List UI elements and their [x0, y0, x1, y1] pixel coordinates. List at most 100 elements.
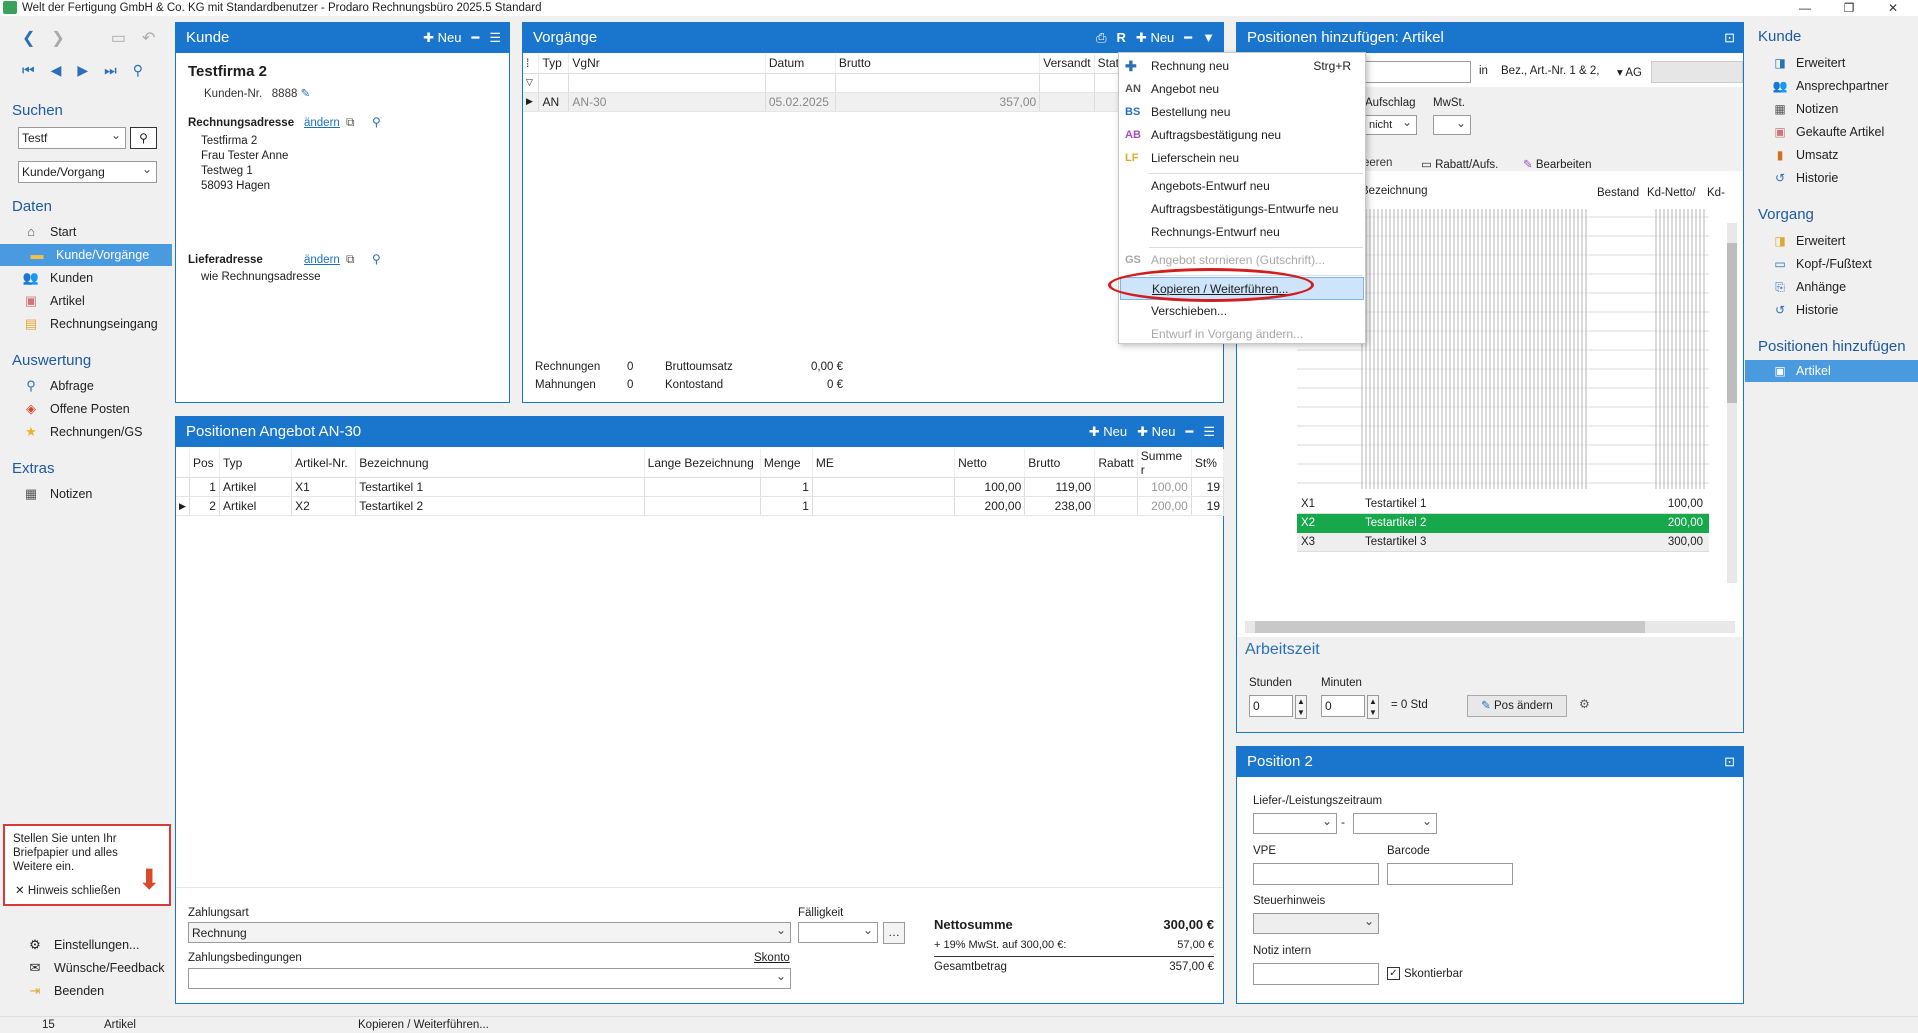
aendern-liefer-link[interactable]: ändern [304, 254, 340, 266]
copy-icon[interactable]: ⧉ [346, 252, 355, 267]
skontierbar-checkbox[interactable]: ✓ Skontierbar [1387, 967, 1463, 980]
forward-icon[interactable]: ❯ [51, 28, 64, 48]
liefer-from-select[interactable] [1253, 811, 1337, 834]
rp-vorgang-erweitert[interactable]: ◨ Erweitert [1772, 230, 1912, 252]
map-pin-icon[interactable]: ⚲ [372, 252, 381, 266]
collapse-panel-icon[interactable]: ⊡ [1724, 23, 1735, 53]
ag-dropdown[interactable]: ▾ AG [1617, 65, 1642, 79]
filter-icon[interactable]: ▽ [523, 73, 540, 93]
table-row[interactable]: X3 Testartikel 3 300,00 [1297, 533, 1709, 552]
last-record-icon[interactable]: ⏭ [104, 62, 117, 79]
rp-notizen[interactable]: ▦ Notizen [1772, 98, 1912, 120]
notiz-input[interactable] [1253, 963, 1379, 985]
menu-item-angebot-neu[interactable]: AN Angebot neu [1119, 78, 1365, 101]
back-icon[interactable]: ❮ [22, 28, 35, 48]
menu-item-lieferschein-neu[interactable]: LF Lieferschein neu [1119, 147, 1365, 170]
menu-icon[interactable]: ☰ [1203, 417, 1215, 447]
sidebar-item-kunde-vorgaenge[interactable]: ▬ Kunde/Vorgänge [0, 244, 172, 266]
remove-icon[interactable]: ━ [1184, 23, 1192, 53]
rp-gekaufte-artikel[interactable]: ▣ Gekaufte Artikel [1772, 121, 1912, 143]
sidebar-item-artikel[interactable]: ▣ Artikel [22, 290, 182, 312]
settings-button[interactable]: ⚙ Einstellungen... [26, 934, 186, 956]
remove-icon[interactable]: ━ [472, 23, 480, 53]
col-pos[interactable]: Pos [189, 449, 220, 478]
add-kunde-button[interactable]: ✚ Neu [423, 23, 461, 53]
edit-icon[interactable]: ✎ [301, 88, 311, 100]
col-vgnr[interactable]: VgNr [568, 54, 766, 74]
menu-item-ab-entwurf[interactable]: Auftragsbestätigungs-Entwurfe neu [1119, 198, 1365, 221]
scrollbar-thumb[interactable] [1255, 621, 1645, 633]
remove-icon[interactable]: ━ [1186, 417, 1194, 447]
col-versandt[interactable]: Versandt [1039, 54, 1095, 74]
menu-item-entwurf-aendern[interactable]: Entwurf in Vorgang ändern... [1119, 323, 1365, 346]
minuten-spinner[interactable]: ▲ ▼ [1367, 695, 1379, 719]
table-row-selected[interactable]: X2 Testartikel 2 200,00 [1297, 514, 1709, 533]
menu-item-rechnungs-entwurf[interactable]: Rechnungs-Entwurf neu [1119, 221, 1365, 244]
next-record-icon[interactable]: ▶ [77, 62, 88, 79]
col-artikel-nr[interactable]: Artikel-Nr. [291, 449, 357, 478]
search-scope[interactable]: Bez., Art.-Nr. 1 & 2, [1501, 65, 1599, 77]
skonto-link[interactable]: Skonto [754, 952, 790, 964]
col-brutto[interactable]: Brutto [1024, 449, 1096, 478]
aendern-rechnung-link[interactable]: ändern [304, 117, 340, 129]
stunden-spinner[interactable]: ▲ ▼ [1295, 695, 1307, 719]
barcode-input[interactable] [1387, 863, 1513, 885]
col-datum[interactable]: Datum [765, 54, 836, 74]
vertical-scrollbar[interactable] [1727, 223, 1737, 583]
col-me[interactable]: ME [812, 449, 956, 478]
col-bezeichnung[interactable]: Bezeichnung [1361, 185, 1593, 205]
ag-field[interactable] [1651, 61, 1743, 83]
table-row[interactable]: 1 Artikel X1 Testartikel 1 1 100,00 119,… [176, 477, 1225, 497]
bearbeiten-button[interactable]: ✎ Bearbeiten [1523, 157, 1591, 171]
menu-item-angebots-entwurf[interactable]: Angebots-Entwurf neu [1119, 175, 1365, 198]
search-icon[interactable]: ⚲ [130, 127, 157, 149]
aufschlag-select[interactable]: nicht [1365, 113, 1417, 135]
stunden-input[interactable]: 0 [1249, 695, 1293, 717]
horizontal-scrollbar[interactable] [1245, 621, 1735, 633]
mwst-select[interactable] [1433, 113, 1471, 135]
menu-item-auftragsbestaetigung-neu[interactable]: AB Auftragsbestätigung neu [1119, 124, 1365, 147]
hint-close-button[interactable]: ✕ Hinweis schließen [15, 884, 121, 898]
sidebar-item-notizen[interactable]: ▦ Notizen [22, 483, 182, 505]
scrollbar-thumb[interactable] [1727, 243, 1737, 403]
prev-record-icon[interactable]: ◀ [51, 62, 62, 79]
feedback-button[interactable]: ✉ Wünsche/Feedback [26, 957, 186, 979]
r-icon[interactable]: R [1117, 23, 1126, 53]
zahlungsbed-select[interactable] [188, 966, 791, 989]
rp-kopf-fusstext[interactable]: ▭ Kopf-/Fußtext [1772, 253, 1912, 275]
add-position-2-button[interactable]: ✚ Neu [1137, 417, 1175, 447]
close-icon[interactable]: ✕ [1878, 0, 1908, 16]
faelligkeit-select[interactable] [798, 920, 878, 943]
rp-artikel[interactable]: ▣ Artikel [1745, 360, 1918, 382]
rp-anhaenge[interactable]: ⎘ Anhänge [1772, 276, 1912, 298]
table-row[interactable]: ▶ 2 Artikel X2 Testartikel 2 1 200,00 23… [176, 496, 1225, 516]
menu-icon[interactable]: ☰ [489, 23, 501, 53]
print-icon[interactable]: ⎙ [1096, 23, 1106, 53]
col-typ[interactable]: Typ [538, 54, 570, 74]
col-kd-netto[interactable]: Kd-Netto/ [1647, 187, 1696, 199]
col-lange-bez[interactable]: Lange Bezeichnung [644, 449, 761, 478]
search-record-icon[interactable]: ⚲ [133, 62, 143, 79]
undo-icon[interactable]: ↶ [142, 28, 155, 48]
rp-kunde-erweitert[interactable]: ◨ Erweitert [1772, 52, 1912, 74]
search-mode-select[interactable]: Kunde/Vorgang [18, 159, 157, 183]
more-button[interactable]: … [883, 922, 905, 944]
menu-item-bestellung-neu[interactable]: BS Bestellung neu [1119, 101, 1365, 124]
col-st[interactable]: St% [1191, 449, 1225, 478]
col-typ[interactable]: Typ [219, 449, 293, 478]
pos-aendern-button[interactable]: ✎ Pos ändern [1467, 695, 1567, 717]
rp-ansprechpartner[interactable]: 👥 Ansprechpartner [1772, 75, 1912, 97]
col-bezeichnung[interactable]: Bezeichnung [355, 449, 645, 478]
rp-vorgang-historie[interactable]: ↺ Historie [1772, 299, 1912, 321]
col-summe[interactable]: Summe r [1137, 449, 1192, 478]
collapse-panel-icon[interactable]: ⊡ [1724, 747, 1735, 777]
rp-kunde-historie[interactable]: ↺ Historie [1772, 167, 1912, 189]
table-row[interactable]: ▶ AN AN-30 05.02.2025 357,00 [523, 92, 1124, 112]
vpe-input[interactable] [1253, 863, 1379, 885]
sidebar-item-rechnungen-gs[interactable]: ★ Rechnungen/GS [22, 421, 182, 443]
minimize-icon[interactable]: — [1790, 0, 1820, 16]
add-position-button[interactable]: ✚ Neu [1089, 417, 1127, 447]
col-menge[interactable]: Menge [760, 449, 813, 478]
add-vorgang-button[interactable]: ✚ Neu [1136, 23, 1174, 53]
sidebar-item-offene-posten[interactable]: ◈ Offene Posten [22, 398, 182, 420]
